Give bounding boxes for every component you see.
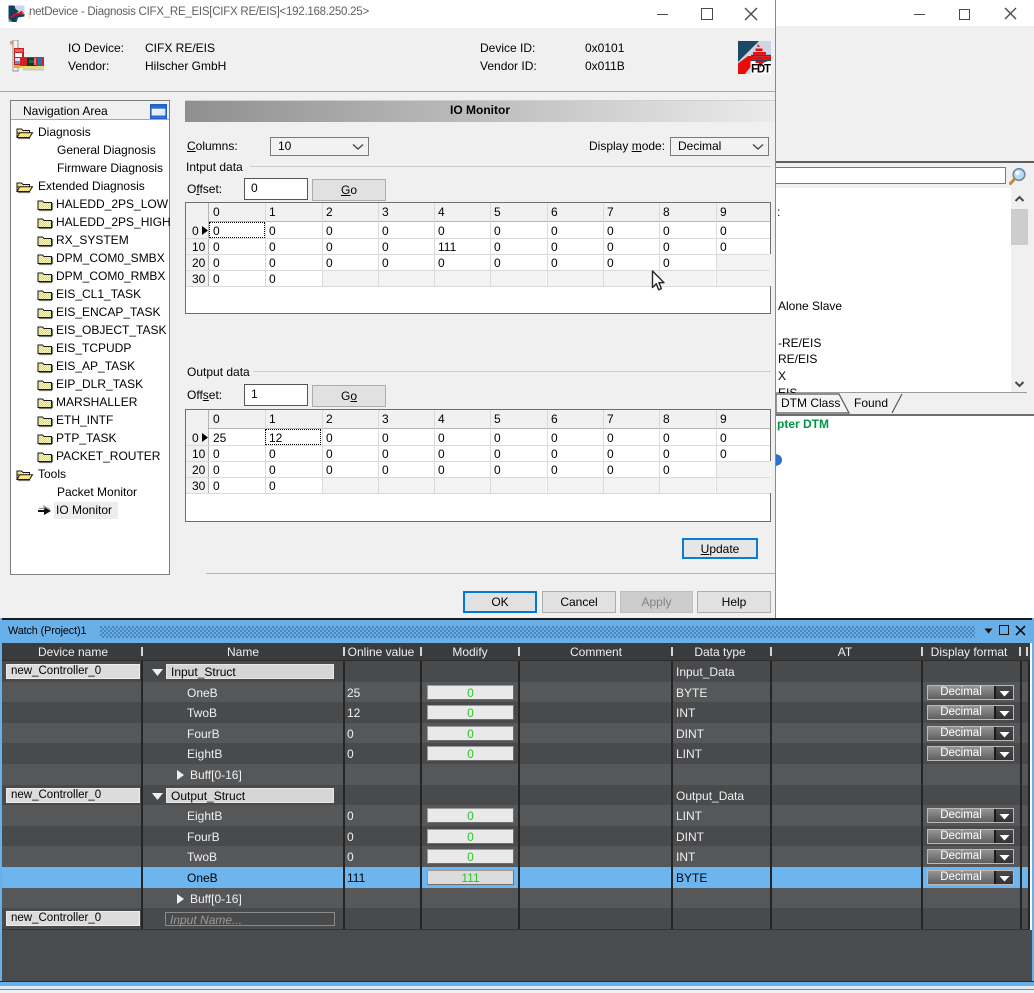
svg-text:FDT: FDT [751, 64, 771, 75]
